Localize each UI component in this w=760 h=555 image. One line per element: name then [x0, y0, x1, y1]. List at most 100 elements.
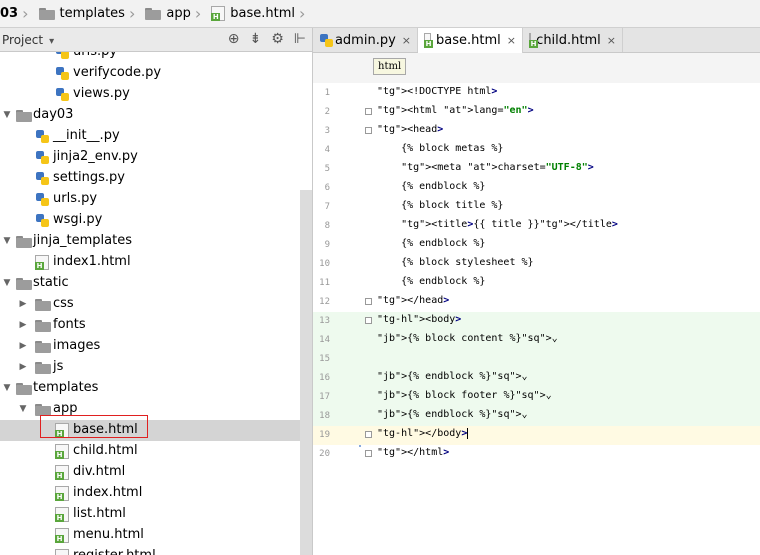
breadcrumb-label: app — [166, 6, 191, 21]
breadcrumb-label: templates — [59, 6, 125, 21]
close-tab-icon[interactable]: × — [402, 34, 411, 47]
breadcrumb-item-app[interactable]: app › — [145, 0, 211, 28]
code-text: "jb">{% block footer %}"sq">⌄ — [377, 390, 552, 401]
expand-arrow-icon[interactable]: ▼ — [2, 236, 12, 246]
code-line[interactable]: 6 {% endblock %} — [313, 179, 760, 198]
collapse-all-icon[interactable]: ⇟ — [250, 31, 262, 47]
code-line[interactable]: 11 {% endblock %} — [313, 274, 760, 293]
tree-item[interactable]: ▼ day03 — [0, 105, 312, 126]
fold-marker-icon[interactable] — [365, 431, 372, 438]
fold-marker-icon[interactable] — [365, 298, 372, 305]
tree-item-label: js — [53, 359, 64, 374]
expand-arrow-icon[interactable]: ▼ — [18, 404, 28, 414]
locate-file-icon[interactable]: ⊕ — [228, 31, 240, 47]
code-line[interactable]: 14 "jb">{% block content %}"sq">⌄ — [313, 331, 760, 350]
expand-arrow-icon[interactable]: ▼ — [2, 383, 12, 393]
line-number: 9 — [324, 240, 330, 250]
tree-item[interactable]: Hmenu.html — [0, 525, 312, 546]
project-view-selector[interactable]: Project — [2, 33, 54, 47]
tree-item[interactable]: urls.py — [0, 52, 312, 63]
editor-tab[interactable]: admin.py × — [313, 28, 418, 52]
tree-item[interactable]: ▼ static — [0, 273, 312, 294]
tree-item[interactable]: Hindex.html — [0, 483, 312, 504]
fold-marker-icon[interactable] — [365, 127, 372, 134]
code-line[interactable]: 5 "tg"><meta "at">charset="UTF-8"> — [313, 160, 760, 179]
tree-item[interactable]: Hdiv.html — [0, 462, 312, 483]
chevron-right-icon: › — [194, 3, 202, 23]
tree-item[interactable]: ▼ jinja_templates — [0, 231, 312, 252]
tree-scrollbar[interactable] — [300, 190, 312, 555]
tree-item[interactable]: urls.py — [0, 189, 312, 210]
code-line[interactable]: 18 "jb">{% endblock %}"sq">⌄ — [313, 407, 760, 426]
python-file-icon — [35, 150, 50, 165]
code-line[interactable]: 20 "tg"></html> — [313, 445, 760, 464]
editor-tab[interactable]: Hchild.html × — [523, 28, 623, 52]
html-file-icon: H — [55, 549, 69, 555]
collapse-arrow-icon[interactable]: ▶ — [18, 341, 28, 351]
code-line[interactable]: 15 — [313, 350, 760, 369]
code-line[interactable]: 7 {% block title %} — [313, 198, 760, 217]
code-area[interactable]: 1 "tg"><!DOCTYPE html> 2 "tg"><html "at">la… — [313, 83, 760, 555]
code-text: "tg"></html> — [377, 447, 450, 458]
code-line[interactable]: 9 {% endblock %} — [313, 236, 760, 255]
expand-arrow-icon[interactable]: ▼ — [2, 110, 12, 120]
tree-item[interactable]: settings.py — [0, 168, 312, 189]
breadcrumb-item-project[interactable]: 03 › — [0, 0, 39, 28]
tree-item-label: day03 — [33, 107, 74, 122]
code-line[interactable]: 10 {% block stylesheet %} — [313, 255, 760, 274]
html-file-icon: H — [55, 486, 69, 501]
collapse-arrow-icon[interactable]: ▶ — [18, 299, 28, 309]
line-number: 17 — [319, 392, 330, 402]
code-line[interactable]: 3 "tg"><head> — [313, 122, 760, 141]
tree-item[interactable]: views.py — [0, 84, 312, 105]
tree-item[interactable]: Hlist.html — [0, 504, 312, 525]
python-file-icon — [55, 66, 70, 81]
tree-item[interactable]: __init__.py — [0, 126, 312, 147]
tree-item[interactable]: ▼ templates — [0, 378, 312, 399]
expand-arrow-icon[interactable]: ▼ — [2, 278, 12, 288]
fold-marker-icon[interactable] — [365, 450, 372, 457]
code-line[interactable]: 12 "tg"></head> — [313, 293, 760, 312]
project-tree[interactable]: urls.py verifycode.py views.py ▼ day03 __init… — [0, 52, 312, 555]
close-tab-icon[interactable]: × — [507, 34, 516, 47]
code-line[interactable]: 1 "tg"><!DOCTYPE html> — [313, 84, 760, 103]
project-toolbar: ⊕ ⇟ ⚙ ⊩ — [228, 31, 306, 47]
editor-tab[interactable]: Hbase.html × — [418, 28, 523, 53]
line-number: 16 — [319, 373, 330, 383]
python-file-icon — [35, 213, 50, 228]
tab-label: base.html — [436, 33, 501, 48]
code-text: "jb">{% block content %}"sq">⌄ — [377, 333, 558, 344]
breadcrumb-item-templates[interactable]: templates › — [38, 0, 146, 28]
tree-item[interactable]: ▶ js — [0, 357, 312, 378]
tree-item-label: fonts — [53, 317, 86, 332]
python-file-icon — [35, 129, 50, 144]
settings-gear-icon[interactable]: ⚙ — [271, 31, 284, 47]
code-line[interactable]: 17 "jb">{% block footer %}"sq">⌄ — [313, 388, 760, 407]
code-line[interactable]: 2 "tg"><html "at">lang="en"> — [313, 103, 760, 122]
breadcrumb-label: 03 — [0, 6, 19, 21]
code-line[interactable]: 13 "tg-hl"><body> — [313, 312, 760, 331]
hide-panel-icon[interactable]: ⊩ — [294, 31, 306, 47]
tree-item[interactable]: ▶ images — [0, 336, 312, 357]
tree-item[interactable]: ▶ css — [0, 294, 312, 315]
close-tab-icon[interactable]: × — [607, 34, 616, 47]
tree-item[interactable]: Hregister.html — [0, 546, 312, 555]
collapse-arrow-icon[interactable]: ▶ — [18, 362, 28, 372]
tree-item[interactable]: wsgi.py — [0, 210, 312, 231]
collapse-arrow-icon[interactable]: ▶ — [18, 320, 28, 330]
code-line[interactable]: 16 "jb">{% endblock %}"sq">⌄ — [313, 369, 760, 388]
tree-item[interactable]: ▶ fonts — [0, 315, 312, 336]
code-line[interactable]: 8 "tg"><title>{{ title }}"tg"></title> — [313, 217, 760, 236]
fold-marker-icon[interactable] — [365, 317, 372, 324]
code-text: "tg"><html "at">lang="en"> — [377, 105, 534, 116]
fold-marker-icon[interactable] — [365, 108, 372, 115]
tree-item[interactable]: jinja2_env.py — [0, 147, 312, 168]
tree-item[interactable]: Hchild.html — [0, 441, 312, 462]
code-line[interactable]: 19 "tg-hl"></body> — [313, 426, 760, 445]
breadcrumb-item-base-html[interactable]: H base.html › — [211, 0, 315, 28]
tree-item-label: urls.py — [73, 52, 117, 59]
code-line[interactable]: 4 {% block metas %} — [313, 141, 760, 160]
tree-item[interactable]: Hindex1.html — [0, 252, 312, 273]
chevron-right-icon: › — [22, 3, 29, 23]
tree-item[interactable]: verifycode.py — [0, 63, 312, 84]
